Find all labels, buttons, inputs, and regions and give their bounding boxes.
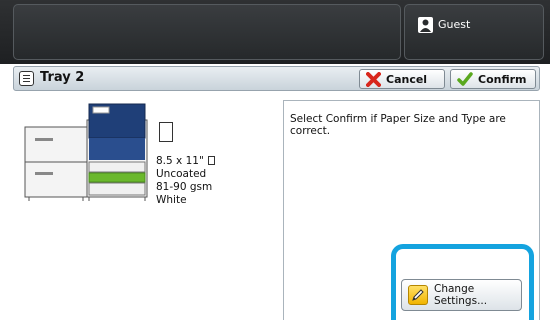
user-login-button[interactable]: Guest: [404, 4, 544, 60]
paper-type: Uncoated: [156, 168, 207, 180]
paper-size: 8.5 x 11": [156, 155, 204, 167]
change-settings-line1: Change: [434, 283, 475, 295]
pencil-icon: [408, 285, 428, 305]
paper-orientation-icon: [207, 156, 215, 165]
paper-color: White: [156, 194, 187, 206]
cancel-button[interactable]: Cancel: [359, 69, 445, 89]
tray-icon: [19, 71, 34, 86]
confirm-button[interactable]: Confirm: [450, 69, 536, 89]
cancel-x-icon: [366, 71, 381, 87]
confirm-check-icon: [457, 71, 473, 86]
change-settings-line2: Settings...: [434, 295, 488, 307]
message-display-area: [13, 4, 401, 60]
confirm-label: Confirm: [478, 72, 527, 86]
paper-sheet-icon: [159, 122, 173, 142]
change-settings-label: Change Settings...: [434, 283, 487, 307]
paper-attributes: 8.5 x 11" Uncoated 81-90 gsm White: [156, 155, 215, 207]
tray-info-area: 8.5 x 11" Uncoated 81-90 gsm White: [13, 97, 278, 317]
page-title: Tray 2: [40, 70, 85, 85]
cancel-label: Cancel: [386, 72, 428, 86]
user-label: Guest: [438, 18, 471, 31]
title-bar: Tray 2 Cancel Confirm: [13, 66, 540, 91]
instruction-message: Select Confirm if Paper Size and Type ar…: [290, 113, 506, 137]
printer-illustration: [24, 103, 148, 201]
top-bar: Guest: [0, 0, 550, 64]
user-icon: [418, 17, 433, 33]
change-settings-button[interactable]: Change Settings...: [401, 279, 522, 311]
paper-weight: 81-90 gsm: [156, 181, 213, 193]
